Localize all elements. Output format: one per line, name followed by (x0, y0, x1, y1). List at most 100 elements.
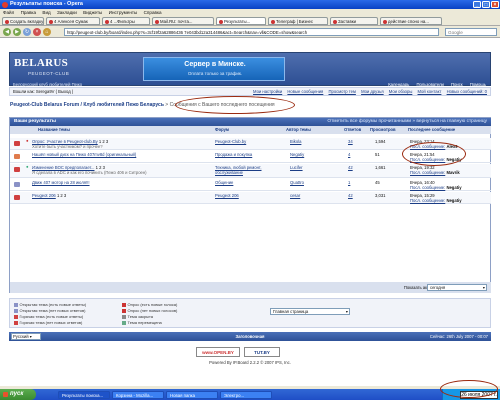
opera-icon (2, 1, 8, 8)
last-post-author[interactable]: Посл. сообщение: Negatiy (410, 198, 462, 203)
topic-author[interactable]: Quattro (290, 180, 304, 185)
user-status[interactable]: Вошли как: Serega9V ( Выход ) (13, 89, 73, 94)
topic-author[interactable]: cesar (290, 193, 300, 198)
forum-jump-select[interactable]: Главная страница ▾ (270, 308, 350, 315)
legend-item: Открытая тема (есть новые ответы) (14, 302, 86, 307)
topic-replies[interactable]: 42 (348, 193, 353, 198)
topic-title[interactable]: Peugeot 206 1 2 3 (32, 193, 66, 198)
topic-replies[interactable]: 34 (348, 139, 353, 144)
counter-open-by[interactable]: www.OPEN.BY (196, 347, 240, 357)
logo-text[interactable]: BELARUS (14, 57, 68, 69)
menu-help[interactable]: Справка (144, 10, 162, 15)
legend-item: Тема перемещена (122, 320, 162, 325)
menu-bar: Файл Правка Вид Закладки Виджеты Инструм… (0, 9, 500, 16)
results-column-header: Название темы Форум Автор темы Ответов П… (10, 126, 491, 134)
topic-forum[interactable]: Техника, любой ремонт, обслуживание (215, 165, 283, 175)
address-toolbar: ◀ ▶ ↻ × ⌂ http://peugeot-club.by/board/i… (0, 26, 500, 38)
menu-view[interactable]: Вид (42, 10, 50, 15)
menu-widgets[interactable]: Виджеты (83, 10, 102, 15)
maximize-button[interactable]: □ (482, 1, 490, 8)
reload-icon[interactable]: ↻ (23, 28, 31, 36)
legend-item: Опрос (есть новые голоса) (122, 302, 177, 307)
topic-replies[interactable]: 4 (348, 152, 350, 157)
forum-banner: BELARUS PEUGEOT-CLUB Сервер в Минске. Оп… (9, 52, 491, 87)
menu-edit[interactable]: Правка (21, 10, 37, 15)
topic-forum[interactable]: Общение (215, 180, 233, 185)
table-row[interactable]: Peugeot 206 1 2 3 Peugeot 206 cesar 42 3… (10, 192, 491, 204)
topic-forum[interactable]: Peugeot-Club.by (215, 139, 246, 144)
tab-bar: Создать вкладку 4 Алексея Сумак 4 ...Фил… (0, 16, 500, 26)
topic-author[interactable]: Lucifer (290, 165, 303, 170)
last-post-author[interactable]: Посл. сообщение: Mavrik (410, 170, 460, 175)
tab-2[interactable]: 4 ...Фильтры (102, 17, 150, 25)
poll-icon: ● (26, 138, 29, 143)
topic-replies[interactable]: 42 (348, 165, 353, 170)
col-title: Название темы (38, 127, 70, 132)
task-folder[interactable]: Новая папка (166, 390, 218, 399)
ad-banner[interactable]: Сервер в Минске. Оплата только за трафик… (143, 57, 285, 81)
tab-1[interactable]: 4 Алексея Сумак (46, 17, 100, 25)
topic-forum[interactable]: Продажа и покупка (215, 152, 252, 157)
legend-item: Горячая тема (есть новые ответы) (14, 314, 83, 319)
table-row[interactable]: Движ 407 мотор на 28 июля!!! Общение Qua… (10, 179, 491, 191)
annotation-circle-last-post (402, 142, 466, 166)
counter-tut-by[interactable]: TUT.BY (244, 347, 280, 357)
language-select[interactable]: Русский ▾ (11, 333, 41, 340)
chevron-down-icon: ▾ (345, 309, 348, 314)
link-reviews[interactable]: Мои обзоры (389, 89, 413, 94)
link-settings[interactable]: Мои настройки (253, 89, 282, 94)
user-bar: Вошли как: Serega9V ( Выход ) Мои настро… (9, 87, 491, 96)
annotation-circle-clock (440, 380, 498, 398)
table-row[interactable]: ● Изменение ВОС предполагает... 1 2 3 Я … (10, 164, 491, 178)
topic-author[interactable]: Bikola (290, 139, 301, 144)
tab-7[interactable]: действие споно на... (380, 17, 442, 25)
stop-icon[interactable]: × (33, 28, 41, 36)
active-topics-select[interactable]: сегодня ▾ (427, 284, 487, 291)
col-views: Просмотров (370, 127, 396, 132)
topic-title[interactable]: Нашёл новый диск на Пежо 407mv8d (оригин… (32, 152, 136, 157)
menu-file[interactable]: Файл (3, 10, 14, 15)
menu-bookmarks[interactable]: Закладки (57, 10, 77, 15)
link-messages[interactable]: Новых сообщений: 0 (447, 89, 487, 94)
link-contact[interactable]: Мой контакт (418, 89, 442, 94)
ad-subtitle: Оплата только за трафик. (187, 71, 243, 76)
task-results[interactable]: Результаты поиска... (58, 390, 110, 399)
col-replies: Ответов (344, 127, 362, 132)
tab-3[interactable]: Mail.RU: почта... (152, 17, 214, 25)
powered-by: Powered By IP.Board 2.2.2 © 2007 IPS, In… (209, 360, 291, 365)
search-input[interactable]: Google (445, 28, 497, 36)
legend-item: Горячая тема (нет новых ответов) (14, 320, 82, 325)
tab-active-results[interactable]: Результаты... (216, 17, 266, 25)
link-friends[interactable]: Мои друзья (361, 89, 384, 94)
start-button[interactable]: пуск (0, 389, 36, 400)
legend-item: Тема закрыта (122, 314, 153, 319)
results-header-links[interactable]: Отметить все форумы прочитанными » верну… (327, 118, 487, 126)
address-input[interactable]: http://peugeot-club.by/board/index.php?s… (64, 28, 439, 36)
home-icon[interactable]: ⌂ (43, 28, 51, 36)
task-mozilla[interactable]: Корзина - Mozilla... (112, 390, 164, 399)
col-forum: Форум (215, 127, 230, 132)
topic-author[interactable]: Negatiy (290, 152, 304, 157)
topic-replies[interactable]: 1 (348, 180, 350, 185)
last-post-author[interactable]: Посл. сообщение: Negatiy (410, 185, 462, 190)
topic-views: 45 (375, 180, 380, 185)
tab-new[interactable]: Создать вкладку (2, 17, 44, 25)
link-view-topics[interactable]: Просмотр тем (329, 89, 356, 94)
topic-new-icon (14, 154, 20, 159)
page-viewport: BELARUS PEUGEOT-CLUB Сервер в Минске. Оп… (0, 38, 500, 386)
logo-subtext: PEUGEOT-CLUB (28, 71, 70, 76)
topic-views: 1,594 (375, 139, 386, 144)
task-other[interactable]: Электро... (220, 390, 272, 399)
breadcrumb-path[interactable]: Peugeot-Club Belarus Forum / Клуб любите… (10, 102, 164, 108)
menu-tools[interactable]: Инструменты (109, 10, 138, 15)
topic-views: 3,031 (375, 193, 386, 198)
link-new-posts[interactable]: Новые сообщения (287, 89, 323, 94)
topic-title[interactable]: Движ 407 мотор на 28 июля!!! (32, 180, 90, 185)
tab-6[interactable]: Заставки (330, 17, 378, 25)
tab-5[interactable]: Телеграф | Бизнес (268, 17, 328, 25)
forward-icon[interactable]: ▶ (13, 28, 21, 36)
close-button[interactable]: × (491, 1, 499, 8)
minimize-button[interactable]: _ (473, 1, 481, 8)
back-icon[interactable]: ◀ (3, 28, 11, 36)
topic-forum[interactable]: Peugeot 206 (215, 193, 239, 198)
